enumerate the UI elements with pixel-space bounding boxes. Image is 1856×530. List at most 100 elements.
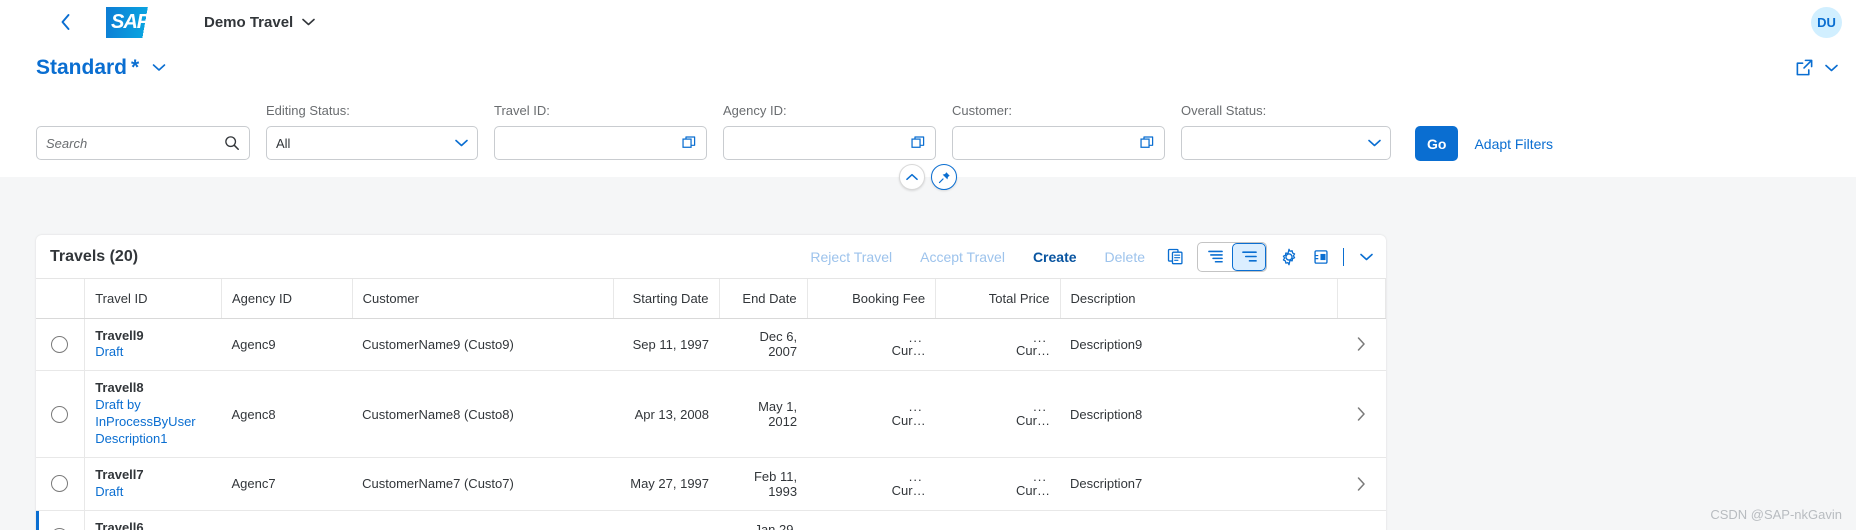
cell-navigate[interactable] [1337,318,1386,372]
editing-status-select[interactable]: All [266,126,478,160]
row-radio-button[interactable] [51,405,68,423]
adapt-filters-button[interactable]: Adapt Filters [1474,136,1553,152]
row-select-cell [36,318,86,372]
editing-status-chevron-wrap[interactable] [455,139,468,147]
cell-end-date: May 1, 2012 [719,370,808,458]
filter-label-editing-status: Editing Status: [266,103,350,118]
row-radio-button[interactable] [51,475,68,493]
cell-travel-id: Travell9 Draft [84,318,222,372]
booking-fee-currency: Cur… [891,343,926,359]
chevron-down-icon [1825,64,1838,71]
filter-field-agency-id: Agency ID: [723,103,936,160]
agency-id-input[interactable] [723,126,936,160]
sort-button[interactable] [1198,243,1232,271]
back-button[interactable] [50,7,80,37]
share-button[interactable] [1795,58,1814,77]
cell-travel-id: Travell7 Draft [84,457,222,511]
cell-end-date: Dec 6, 2007 [719,318,808,372]
chevron-left-icon [61,14,69,30]
search-input[interactable]: Search [36,126,250,160]
delete-button[interactable]: Delete [1091,241,1159,273]
cell-booking-fee: ... Cur… [807,457,936,511]
share-menu-chevron[interactable] [1825,64,1838,72]
travel-status-link[interactable]: Draft [95,344,211,361]
column-header-travel-id[interactable]: Travel ID [84,279,223,319]
collapse-filter-bar-button[interactable] [899,164,925,190]
filter-bar-actions: Go Adapt Filters [1415,103,1553,161]
column-header-customer[interactable]: Customer [352,279,614,319]
travel-status-link[interactable]: Draft [95,484,211,501]
copy-button[interactable] [1159,241,1191,273]
cell-navigate[interactable] [1337,457,1386,511]
cell-agency-id: Agenc6 [221,510,353,530]
cell-agency-id: Agenc8 [221,370,353,458]
row-navigate-button[interactable] [1348,476,1376,491]
export-to-spreadsheet-button[interactable] [1305,241,1337,273]
pin-icon [938,171,950,183]
filter-label-agency-id: Agency ID: [723,103,787,118]
row-select-cell [36,510,86,530]
overall-status-select[interactable] [1181,126,1391,160]
go-button[interactable]: Go [1415,126,1459,161]
pin-filter-bar-button[interactable] [931,164,957,190]
row-radio-button[interactable] [51,335,68,353]
travel-id-input[interactable] [494,126,707,160]
customer-input[interactable] [952,126,1165,160]
accept-travel-button[interactable]: Accept Travel [906,241,1019,273]
column-header-end-date[interactable]: End Date [719,279,808,319]
cell-travel-id: Travell8 Draft by InProcessByUser Descri… [84,370,222,458]
travel-status-link-line2[interactable]: Description1 [95,431,211,448]
cell-booking-fee: ... Cur… [807,370,936,458]
table-row[interactable]: Travell9 Draft Agenc9 CustomerName9 (Cus… [36,318,1386,372]
travel-status-link[interactable]: Draft by InProcessByUser [95,397,211,431]
row-navigate-button[interactable] [1348,337,1376,352]
avatar[interactable]: DU [1811,7,1842,38]
settings-gear-icon [1282,248,1296,265]
booking-fee-truncated-amount: ... [908,521,923,530]
table-overflow-menu-button[interactable] [1350,241,1382,273]
chevron-up-icon [906,173,918,181]
toolbar-divider [1343,247,1344,266]
table-settings-button[interactable] [1273,241,1305,273]
chevron-down-icon [1368,139,1381,147]
cell-customer: CustomerName7 (Custo7) [352,457,614,511]
variant-selector[interactable]: Standard * [36,56,166,80]
cell-navigate[interactable] [1337,510,1386,530]
table-row[interactable]: Travell7 Draft Agenc7 CustomerName7 (Cus… [36,457,1386,511]
travel-id-value-help-wrap[interactable] [681,135,697,151]
app-title[interactable]: Demo Travel [204,14,316,31]
cell-customer: CustomerName9 (Custo9) [352,318,614,372]
search-icon-wrap[interactable] [224,135,240,151]
row-navigate-button[interactable] [1348,407,1376,421]
column-header-starting-date[interactable]: Starting Date [613,279,720,319]
variant-name: Standard [36,55,128,79]
cell-customer: CustomerName8 (Custo8) [352,370,614,458]
overall-status-chevron-wrap[interactable] [1368,139,1381,147]
chevron-down-icon [1359,253,1373,260]
variant-row: Standard * [0,44,1856,91]
cell-navigate[interactable] [1337,370,1386,458]
customer-value-help-wrap[interactable] [1139,135,1155,151]
create-button[interactable]: Create [1019,241,1091,273]
column-header-agency-id[interactable]: Agency ID [221,279,353,319]
travel-id-value: Travell9 [95,327,144,343]
chevron-right-icon [1357,337,1365,352]
filter-field-editing-status: Editing Status: All [266,103,478,160]
cell-travel-id: Travell6 Draft [84,510,222,530]
column-header-description[interactable]: Description [1060,279,1339,319]
table-row[interactable]: Travell8 Draft by InProcessByUser Descri… [36,370,1386,458]
total-price-currency: Cur… [1016,413,1050,429]
column-header-booking-fee[interactable]: Booking Fee [807,279,937,319]
group-button[interactable] [1232,242,1266,271]
cell-description: Description8 [1060,370,1338,458]
total-price-truncated-amount: ... [1033,521,1047,530]
agency-id-value-help-wrap[interactable] [910,135,926,151]
table-header-row: Travel ID Agency ID Customer Starting Da… [36,279,1386,319]
column-header-total-price[interactable]: Total Price [935,279,1061,319]
table-row[interactable]: Travell6 Draft Agenc6 CustomerName6 (Cus… [36,510,1386,530]
filter-field-travel-id: Travel ID: [494,103,707,160]
cell-starting-date: Apr 13, 2008 [613,370,720,458]
reject-travel-button[interactable]: Reject Travel [796,241,906,273]
booking-fee-currency: Cur… [891,413,926,429]
value-help-icon [911,136,925,148]
